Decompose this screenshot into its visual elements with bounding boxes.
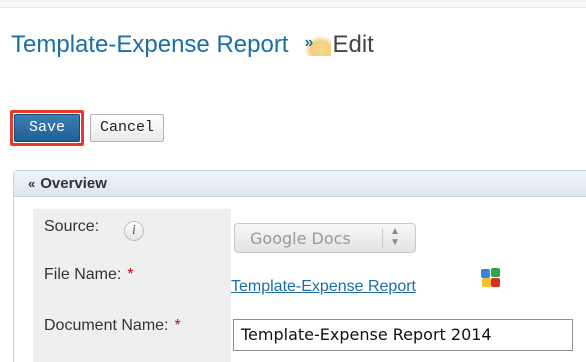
document-name-label: Document Name: * <box>44 317 181 335</box>
required-asterisk: * <box>127 266 134 283</box>
select-arrows-icon: ▲ ▼ <box>390 226 400 248</box>
required-asterisk: * <box>174 317 181 334</box>
file-name-label-text: File Name: <box>44 266 122 283</box>
panel-title: Overview <box>40 175 107 192</box>
page-title: Template-Expense Report » Edit <box>11 29 374 61</box>
separator-glyph: » <box>304 34 314 51</box>
file-name-link[interactable]: Template-Expense Report <box>231 278 416 296</box>
document-name-label-text: Document Name: <box>44 317 169 334</box>
info-icon[interactable]: i <box>124 221 144 241</box>
action-buttons: Save Cancel <box>10 110 164 146</box>
breadcrumb-separator-icon: » <box>302 33 332 57</box>
source-label-cell: Source: i <box>33 209 231 264</box>
page-title-module[interactable]: Template-Expense Report <box>11 31 288 59</box>
source-select[interactable]: Google Docs ▲ ▼ <box>234 223 416 253</box>
document-name-input[interactable]: Template-Expense Report 2014 <box>233 319 573 351</box>
collapse-arrows-icon[interactable]: « <box>28 176 35 191</box>
select-divider <box>382 229 383 248</box>
save-button[interactable]: Save <box>14 114 80 142</box>
source-select-value: Google Docs <box>250 229 351 248</box>
overview-panel-header[interactable]: « Overview <box>14 171 586 197</box>
file-name-label-cell: File Name: * <box>33 264 231 314</box>
cancel-button[interactable]: Cancel <box>90 114 164 142</box>
save-button-highlight: Save <box>10 110 84 146</box>
document-name-label-cell: Document Name: * <box>33 314 231 362</box>
top-divider <box>0 0 586 8</box>
page-title-action: Edit <box>332 31 374 58</box>
google-docs-icon[interactable] <box>481 268 501 288</box>
file-name-label: File Name: * <box>44 266 134 284</box>
source-label: Source: <box>44 218 100 235</box>
